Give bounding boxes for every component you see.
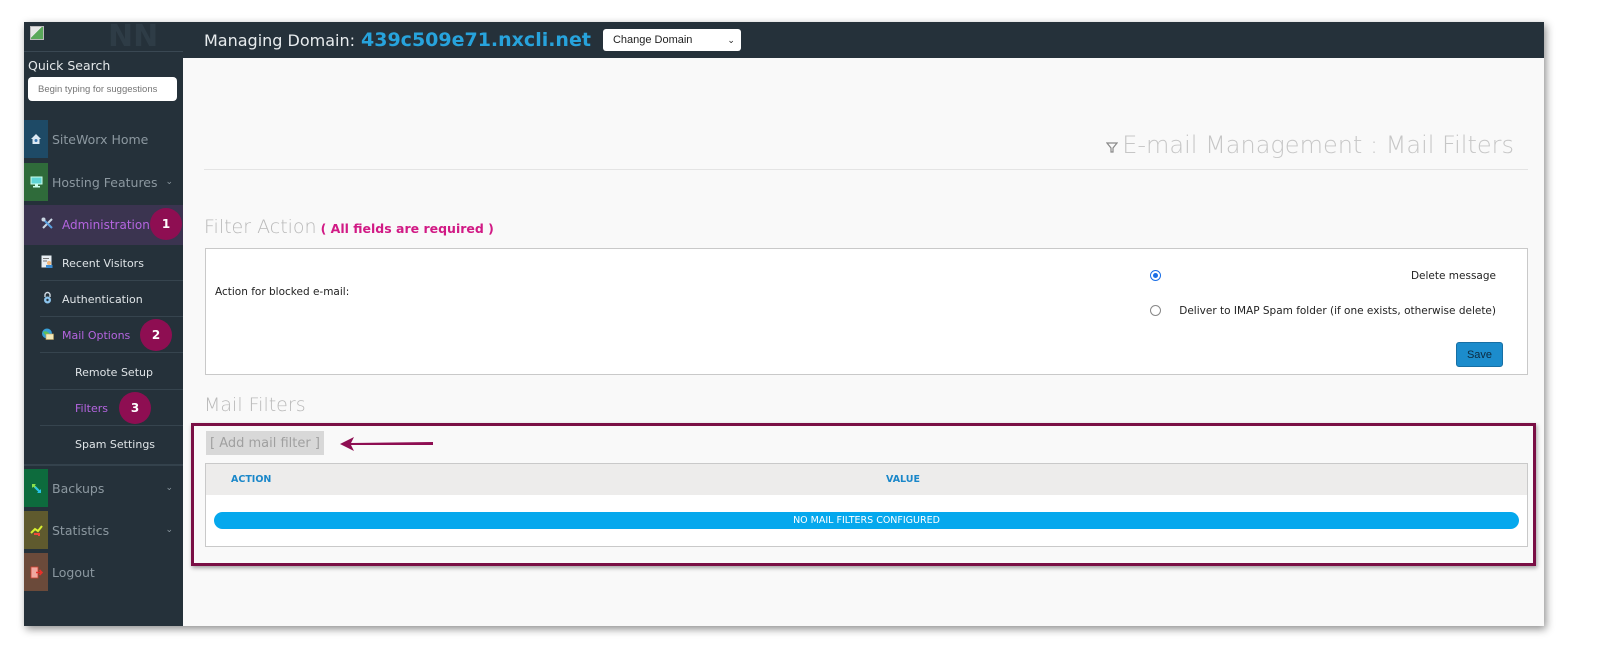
lock-icon bbox=[40, 291, 54, 307]
logo-area: NN bbox=[24, 22, 183, 52]
sidebar-item-statistics[interactable]: Statistics ⌄ bbox=[24, 511, 183, 549]
broken-image-icon bbox=[30, 26, 44, 40]
app-window: NN Quick Search SiteWorx Home Hosting Fe… bbox=[24, 22, 1544, 626]
domain-name: 439c509e71.nxcli.net bbox=[361, 29, 591, 51]
sidebar-item-label: Statistics bbox=[52, 522, 110, 538]
radio-delete-message-label: Delete message bbox=[1410, 270, 1496, 282]
chart-icon bbox=[24, 511, 48, 549]
save-button[interactable]: Save bbox=[1456, 342, 1503, 367]
required-note: ( All fields are required ) bbox=[320, 221, 494, 236]
sidebar-item-label: Authentication bbox=[62, 292, 143, 306]
sidebar-item-label: Mail Options bbox=[62, 328, 131, 342]
sidebar-item-label: Hosting Features bbox=[52, 174, 158, 190]
change-domain-value: Change Domain bbox=[612, 34, 693, 46]
sidebar-item-label: Filters bbox=[75, 401, 108, 415]
empty-table-message: NO MAIL FILTERS CONFIGURED bbox=[214, 512, 1519, 529]
radio-deliver-imap-spam-label: Deliver to IMAP Spam folder (if one exis… bbox=[1179, 305, 1496, 317]
chevron-down-icon: ⌄ bbox=[165, 483, 173, 493]
sidebar-item-label: Administration bbox=[62, 218, 150, 232]
sidebar-item-hosting-features[interactable]: Hosting Features ⌄ bbox=[24, 163, 183, 201]
visitors-icon bbox=[40, 255, 54, 271]
main-content: E-mail Management : Mail Filters Filter … bbox=[183, 58, 1544, 626]
sidebar-item-label: Remote Setup bbox=[75, 365, 153, 379]
filter-action-form: Action for blocked e-mail: Delete messag… bbox=[205, 248, 1528, 375]
house-icon bbox=[24, 120, 48, 158]
filter-action-heading: Filter Action( All fields are required ) bbox=[204, 216, 494, 238]
quick-search-input[interactable] bbox=[28, 77, 177, 101]
sidebar-item-filters[interactable]: Filters bbox=[24, 390, 183, 426]
page-header: E-mail Management : Mail Filters bbox=[204, 120, 1528, 170]
sidebar-item-siteworx-home[interactable]: SiteWorx Home bbox=[24, 120, 183, 158]
sidebar-item-label: Backups bbox=[52, 480, 105, 496]
mail-globe-icon bbox=[40, 328, 54, 343]
column-header-value[interactable]: VALUE bbox=[886, 464, 920, 495]
logout-icon bbox=[24, 553, 48, 591]
mail-filters-table: ACTION VALUE NO MAIL FILTERS CONFIGURED bbox=[205, 463, 1528, 547]
page-title: E-mail Management : Mail Filters bbox=[1105, 130, 1514, 159]
monitor-icon bbox=[24, 163, 48, 201]
annotation-badge-2: 2 bbox=[140, 319, 172, 351]
mail-filters-title: Mail Filters bbox=[204, 394, 306, 416]
sidebar-item-label: Recent Visitors bbox=[62, 256, 144, 270]
column-header-action[interactable]: ACTION bbox=[231, 464, 271, 495]
chevron-down-icon: ⌄ bbox=[165, 177, 173, 187]
logo-watermark: NN bbox=[108, 22, 159, 54]
sidebar-item-logout[interactable]: Logout bbox=[24, 553, 183, 591]
backup-arrows-icon bbox=[24, 469, 48, 507]
funnel-icon bbox=[1105, 141, 1119, 159]
annotation-arrow-icon bbox=[340, 437, 433, 451]
top-bar: Managing Domain: 439c509e71.nxcli.net Ch… bbox=[183, 22, 1544, 58]
sidebar-item-backups[interactable]: Backups ⌄ bbox=[24, 469, 183, 507]
tools-icon bbox=[40, 217, 54, 233]
managing-domain-label: Managing Domain: bbox=[204, 30, 356, 50]
add-mail-filter-link[interactable]: [ Add mail filter ] bbox=[206, 431, 324, 455]
table-header: ACTION VALUE bbox=[206, 464, 1527, 495]
sidebar: NN Quick Search SiteWorx Home Hosting Fe… bbox=[24, 22, 183, 626]
filter-action-title: Filter Action bbox=[204, 216, 317, 238]
sidebar-item-spam-settings[interactable]: Spam Settings bbox=[24, 426, 183, 462]
divider bbox=[24, 464, 183, 466]
annotation-badge-3: 3 bbox=[119, 392, 151, 424]
divider bbox=[40, 352, 183, 353]
radio-deliver-imap-spam[interactable] bbox=[1150, 305, 1161, 316]
chevron-down-icon: ⌄ bbox=[165, 525, 173, 535]
page-title-text: E-mail Management : Mail Filters bbox=[1122, 130, 1514, 159]
sidebar-item-remote-setup[interactable]: Remote Setup bbox=[24, 354, 183, 390]
sidebar-item-authentication[interactable]: Authentication bbox=[24, 281, 183, 317]
sidebar-item-recent-visitors[interactable]: Recent Visitors bbox=[24, 245, 183, 281]
sidebar-item-label: Logout bbox=[52, 564, 95, 580]
sidebar-item-label: Spam Settings bbox=[75, 437, 156, 451]
quick-search-label: Quick Search bbox=[28, 58, 111, 73]
annotation-badge-1: 1 bbox=[150, 208, 182, 240]
radio-delete-message[interactable] bbox=[1150, 270, 1161, 281]
action-label: Action for blocked e-mail: bbox=[215, 286, 350, 298]
chevron-down-icon: ⌄ bbox=[727, 34, 735, 45]
change-domain-select[interactable]: Change Domain ⌄ bbox=[602, 29, 741, 51]
sidebar-item-label: SiteWorx Home bbox=[52, 131, 149, 147]
